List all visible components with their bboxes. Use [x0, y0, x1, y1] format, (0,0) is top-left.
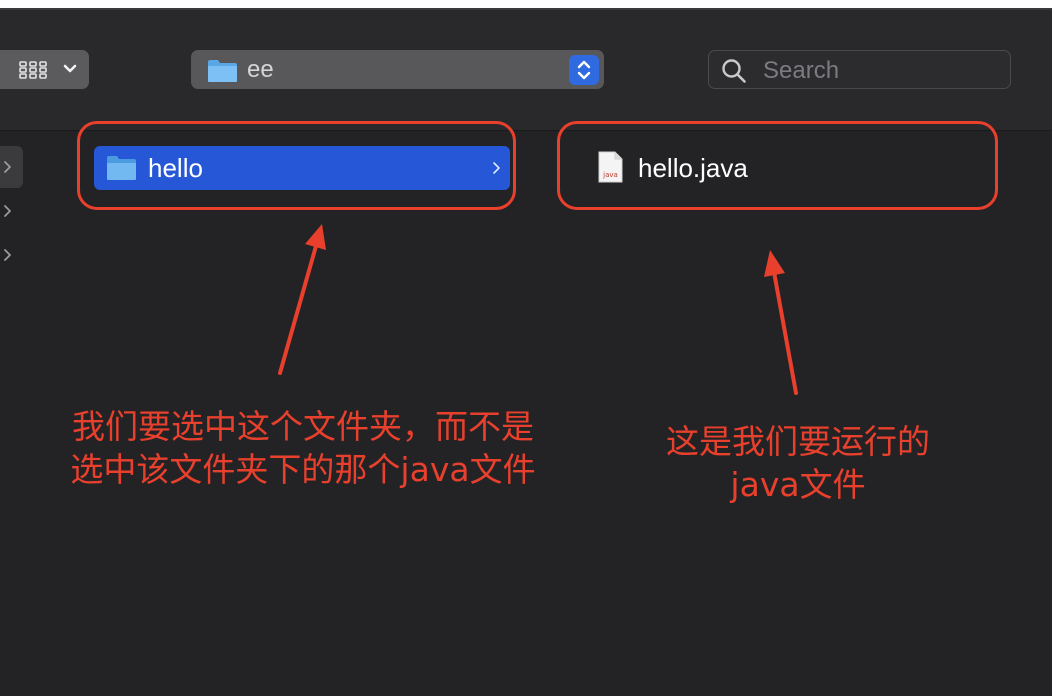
stepper-icon	[569, 55, 599, 85]
path-label: ee	[247, 56, 274, 83]
annotation-box-folder	[77, 121, 516, 210]
annotation-box-file	[557, 121, 998, 210]
view-mode-button[interactable]	[0, 50, 89, 89]
annotation-line: 选中该文件夹下的那个java文件	[70, 450, 536, 489]
annotation-line: 我们要选中这个文件夹，而不是	[72, 407, 534, 446]
finder-window: ee hello	[0, 0, 1052, 696]
folder-icon	[208, 60, 237, 82]
search-field[interactable]	[708, 50, 1011, 89]
path-popup-button[interactable]: ee	[191, 50, 604, 89]
search-input[interactable]	[761, 55, 1005, 87]
search-icon	[722, 59, 746, 83]
grid-icon	[19, 61, 47, 79]
chevron-down-icon	[63, 64, 77, 73]
annotation-line: 这是我们要运行的	[666, 422, 930, 461]
disclosure-arrow-icon[interactable]	[3, 160, 13, 174]
annotation-text-right: 这是我们要运行的 java文件	[640, 420, 956, 506]
annotation-text-left: 我们要选中这个文件夹，而不是 选中该文件夹下的那个java文件	[33, 405, 573, 491]
disclosure-arrow-icon[interactable]	[3, 204, 13, 218]
top-strip	[0, 0, 1052, 8]
annotation-line: java文件	[730, 465, 866, 504]
disclosure-arrow-icon[interactable]	[3, 248, 13, 262]
